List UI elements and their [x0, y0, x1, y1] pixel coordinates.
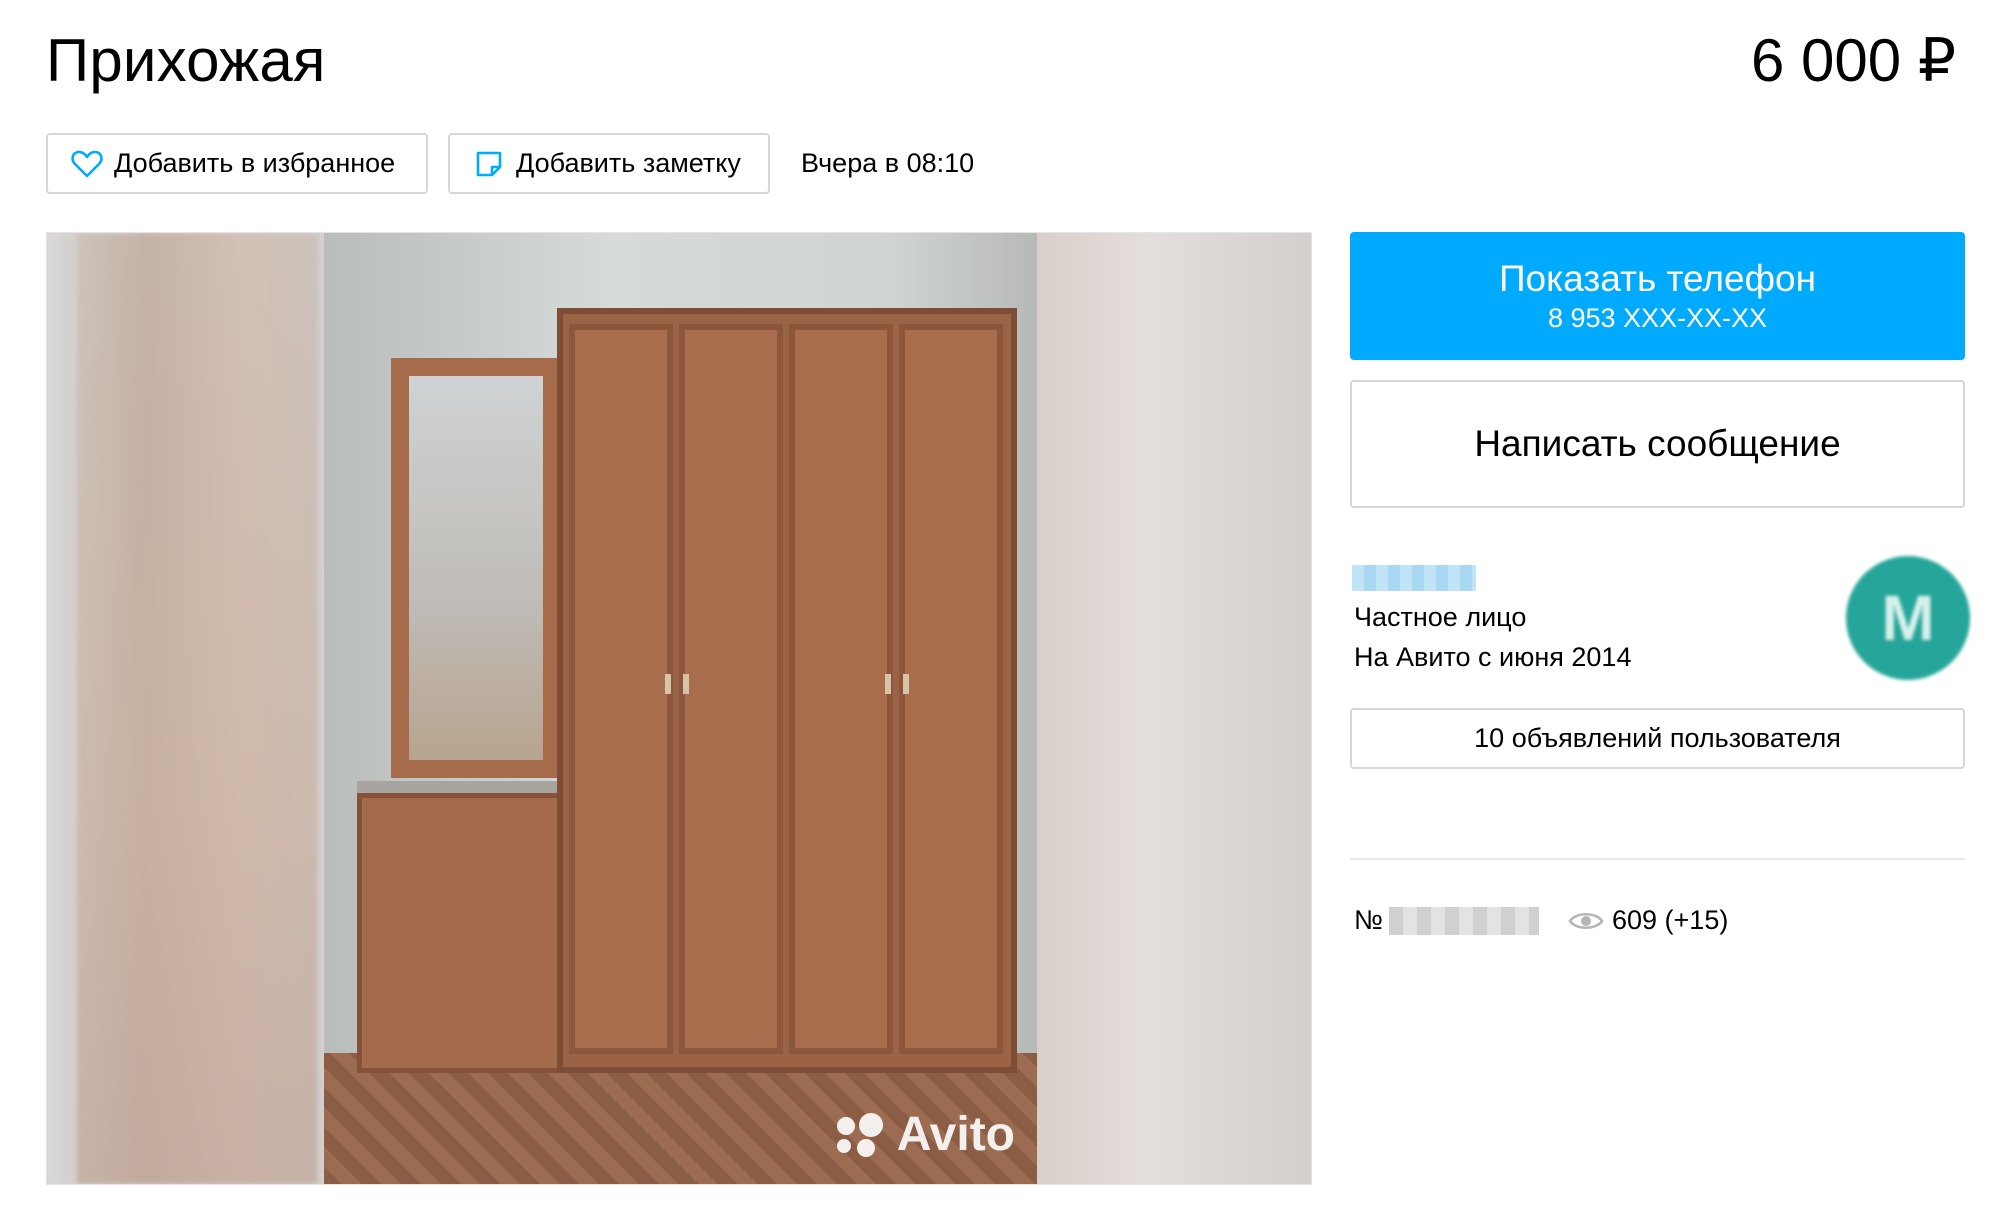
add-note-button[interactable]: Добавить заметку	[448, 133, 770, 194]
seller-since: На Авито с июня 2014	[1354, 642, 1632, 672]
posted-time: Вчера в 08:10	[801, 148, 975, 178]
views-counter: 609 (+15)	[1568, 905, 1728, 936]
divider	[1350, 858, 1965, 860]
write-message-button[interactable]: Написать сообщение	[1350, 380, 1965, 508]
seller-type: Частное лицо	[1354, 602, 1527, 632]
avatar[interactable]: M	[1846, 556, 1970, 680]
add-note-label: Добавить заметку	[516, 148, 741, 178]
eye-icon	[1568, 909, 1604, 933]
avito-watermark: Avito	[835, 1107, 1015, 1162]
add-to-favorites-label: Добавить в избранное	[114, 148, 396, 178]
ad-number: №	[1354, 905, 1539, 936]
mirror	[391, 358, 561, 778]
ad-number-prefix: №	[1354, 905, 1383, 935]
wardrobe	[557, 308, 1017, 1073]
show-phone-label: Показать телефон	[1498, 258, 1817, 299]
gallery-blur-right	[1035, 233, 1311, 1184]
photo-gallery[interactable]: Avito	[46, 232, 1312, 1185]
listing-price: 6 000 ₽	[1751, 27, 1956, 94]
user-ads-button[interactable]: 10 объявлений пользователя	[1350, 708, 1965, 769]
shoe-cabinet	[357, 793, 567, 1073]
show-phone-button[interactable]: Показать телефон 8 953 XXX-XX-XX	[1350, 232, 1965, 360]
gallery-blur-left	[47, 233, 323, 1184]
views-count: 609 (+15)	[1612, 905, 1729, 935]
phone-masked: 8 953 XXX-XX-XX	[1547, 303, 1768, 333]
listing-title: Прихожая	[46, 27, 326, 94]
heart-icon	[70, 147, 104, 181]
listing-photo[interactable]: Avito	[324, 233, 1037, 1184]
add-to-favorites-button[interactable]: Добавить в избранное	[46, 133, 428, 194]
avito-watermark-text: Avito	[896, 1108, 1015, 1161]
note-icon	[472, 147, 506, 181]
seller-name-link[interactable]	[1352, 565, 1476, 591]
avito-logo-icon	[835, 1109, 887, 1161]
ad-number-masked	[1388, 906, 1539, 935]
